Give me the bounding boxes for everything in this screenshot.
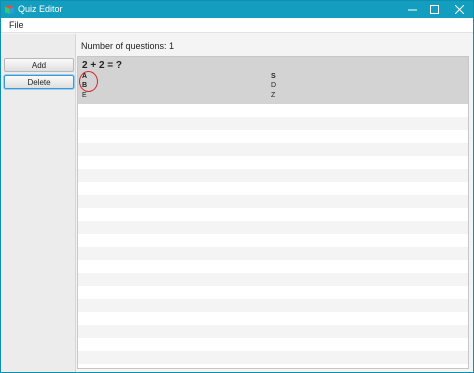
empty-row <box>78 169 468 182</box>
delete-button[interactable]: Delete <box>4 75 74 89</box>
menu-file[interactable]: File <box>9 20 24 30</box>
maximize-icon <box>429 5 439 14</box>
minimize-icon <box>407 9 417 11</box>
empty-row <box>78 208 468 221</box>
empty-row <box>78 312 468 325</box>
empty-row <box>78 351 468 364</box>
empty-row <box>78 143 468 156</box>
empty-row <box>78 325 468 338</box>
empty-row <box>78 182 468 195</box>
quiz-app-icon <box>5 5 14 14</box>
empty-row <box>78 195 468 208</box>
question-count-label: Number of questions: 1 <box>81 41 175 51</box>
close-button[interactable] <box>447 1 471 18</box>
empty-row <box>78 104 468 117</box>
empty-row <box>78 234 468 247</box>
answer-option: D <box>271 82 277 89</box>
empty-row <box>78 338 468 351</box>
question-row-selected[interactable]: 2 + 2 = ? A B E S D Z <box>78 57 468 104</box>
question-text: 2 + 2 = ? <box>82 60 123 71</box>
empty-row <box>78 286 468 299</box>
empty-row <box>78 299 468 312</box>
side-panel: Add Delete <box>1 34 76 372</box>
empty-row <box>78 156 468 169</box>
menu-bar: File <box>1 18 473 33</box>
empty-row <box>78 273 468 286</box>
empty-row <box>78 260 468 273</box>
empty-row <box>78 221 468 234</box>
window-title: Quiz Editor <box>18 4 63 14</box>
app-window: Quiz Editor File Add Delete Number of qu… <box>0 0 474 373</box>
question-list[interactable]: 2 + 2 = ? A B E S D Z <box>77 56 469 369</box>
maximize-button[interactable] <box>422 1 446 18</box>
minimize-button[interactable] <box>400 1 424 18</box>
red-annotation-circle <box>79 71 98 92</box>
empty-row <box>78 247 468 260</box>
empty-row <box>78 130 468 143</box>
answer-option: Z <box>271 92 276 99</box>
answer-option: S <box>271 73 276 80</box>
empty-row <box>78 117 468 130</box>
title-bar[interactable]: Quiz Editor <box>1 1 473 18</box>
add-button[interactable]: Add <box>4 58 74 72</box>
answer-option: E <box>82 92 87 99</box>
close-icon <box>454 5 464 14</box>
